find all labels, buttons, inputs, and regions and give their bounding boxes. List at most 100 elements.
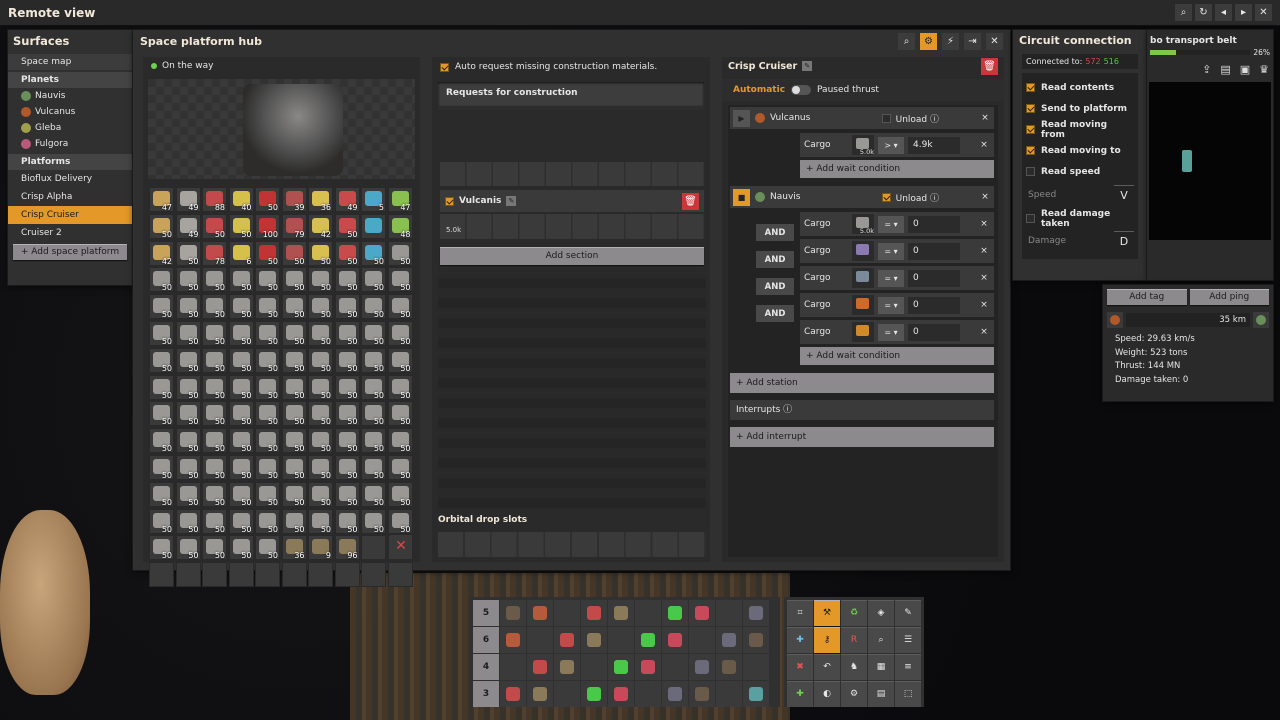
quickbar-slot[interactable] (662, 681, 688, 707)
inventory-slot[interactable] (361, 562, 386, 588)
network-icon[interactable]: ⚙ (920, 32, 937, 50)
inventory-slot[interactable]: 50 (387, 428, 413, 454)
quickbar-slot[interactable] (635, 681, 661, 707)
orbital-drop-slots[interactable] (438, 532, 706, 557)
inventory-slot[interactable]: 42 (149, 240, 174, 266)
inventory-slot[interactable]: 79 (281, 213, 307, 239)
inventory-slot[interactable]: 50 (361, 401, 386, 427)
inventory-slot[interactable]: 50 (281, 294, 307, 320)
quickbar-slot[interactable] (689, 681, 715, 707)
inventory-slot[interactable]: 50 (175, 535, 201, 561)
inventory-slot[interactable]: 50 (308, 508, 333, 534)
inventory-slot[interactable]: 50 (255, 508, 280, 534)
inventory-slot[interactable]: 50 (149, 401, 174, 427)
inventory-slot[interactable]: 50 (281, 347, 307, 373)
station-row[interactable]: ■ Nauvis Unload ⓘ × (730, 186, 994, 208)
inventory-slot[interactable]: 50 (308, 240, 333, 266)
inventory-slot[interactable]: 50 (255, 428, 280, 454)
inventory-slot[interactable]: 50 (308, 401, 333, 427)
remove-condition-icon[interactable]: × (978, 219, 990, 229)
quickbar-slot[interactable] (527, 681, 553, 707)
inventory-slot[interactable]: 50 (334, 374, 360, 400)
remove-condition-icon[interactable]: × (978, 140, 990, 150)
inventory-slot[interactable]: 50 (387, 294, 413, 320)
inventory-slot[interactable]: 50 (175, 508, 201, 534)
inventory-slot[interactable]: 50 (361, 454, 386, 480)
inventory-slot[interactable]: 50 (387, 481, 413, 507)
inventory-slot[interactable]: 50 (228, 481, 254, 507)
search-icon[interactable]: ⌕ (898, 32, 915, 50)
inventory-slot[interactable]: 50 (202, 535, 227, 561)
inventory-slot[interactable]: 50 (149, 481, 174, 507)
quickbar-slot[interactable] (554, 600, 580, 626)
and-button[interactable]: AND (756, 305, 794, 322)
quickbar-slot[interactable] (581, 627, 607, 653)
remove-station-icon[interactable]: × (979, 192, 991, 202)
inventory-slot[interactable] (281, 562, 307, 588)
trash-button[interactable]: ✕ (390, 535, 412, 557)
inventory-slot[interactable]: 50 (361, 240, 386, 266)
current-station-icon[interactable]: ■ (733, 188, 750, 206)
quickbar-slot[interactable] (554, 627, 580, 653)
condition-item-slot[interactable] (852, 322, 874, 342)
planet-item-gleba[interactable]: Gleba (8, 120, 132, 136)
inventory-slot[interactable]: 50 (175, 294, 201, 320)
auto-request-checkbox[interactable] (440, 62, 449, 72)
inventory-slot[interactable]: 36 (281, 535, 307, 561)
undo-icon[interactable]: ↶ (814, 654, 840, 680)
inventory-slot[interactable]: 50 (228, 347, 254, 373)
space-map-item[interactable]: Space map (8, 54, 132, 70)
inventory-slot[interactable]: 50 (202, 428, 227, 454)
inventory-slot[interactable] (202, 562, 227, 588)
inventory-slot[interactable]: 50 (308, 481, 333, 507)
inventory-slot[interactable]: 50 (281, 481, 307, 507)
inventory-slot[interactable]: 50 (361, 374, 386, 400)
blueprint-icon[interactable]: ⌗ (787, 600, 813, 626)
inventory-slot[interactable]: 50 (149, 428, 174, 454)
station-row[interactable]: ▶ Vulcanus Unload ⓘ × (730, 107, 994, 129)
inventory-slot[interactable]: 50 (361, 267, 386, 293)
inventory-slot[interactable]: 50 (175, 454, 201, 480)
inventory-slot[interactable]: 50 (149, 535, 174, 561)
quickbar-slot[interactable] (608, 627, 634, 653)
quickbar-row-number[interactable]: 3 (473, 681, 499, 707)
inventory-slot[interactable]: 50 (387, 401, 413, 427)
quickbar-slot[interactable] (608, 681, 634, 707)
inventory-slot[interactable]: 50 (149, 508, 174, 534)
condition-item-slot[interactable] (852, 295, 874, 315)
inventory-slot[interactable]: 50 (228, 428, 254, 454)
refresh-icon[interactable]: ↻ (1195, 4, 1212, 21)
inventory-slot[interactable]: 48 (387, 213, 413, 239)
train-icon[interactable]: ▣ (1240, 63, 1250, 76)
remove-station-icon[interactable]: × (979, 113, 991, 123)
recycle-icon[interactable]: ♻ (841, 600, 867, 626)
remove-condition-icon[interactable]: × (978, 273, 990, 283)
zoom-icon[interactable]: ⌕ (868, 627, 894, 653)
search-icon[interactable]: ⌕ (1175, 4, 1192, 21)
inventory-slot[interactable]: 50 (281, 508, 307, 534)
inventory-slot[interactable]: 50 (281, 374, 307, 400)
remove-condition-icon[interactable]: × (978, 246, 990, 256)
quickbar-row-number[interactable]: 6 (473, 627, 499, 653)
quickbar-slot[interactable] (527, 654, 553, 680)
inventory-slot[interactable]: 50 (202, 213, 227, 239)
copy-icon[interactable]: ✚ (787, 627, 813, 653)
condition-value[interactable]: 0 (908, 296, 960, 314)
inventory-slot[interactable]: 9 (308, 535, 333, 561)
inventory-slot[interactable]: 50 (175, 374, 201, 400)
inventory-slot[interactable]: 49 (334, 187, 360, 212)
quickbar-slot[interactable] (500, 600, 526, 626)
close-icon[interactable]: ✕ (1255, 4, 1272, 21)
quickbar-slot[interactable] (500, 681, 526, 707)
speed-signal-slot[interactable]: V (1114, 185, 1134, 205)
planet-item-fulgora[interactable]: Fulgora (8, 136, 132, 152)
quickbar-slot[interactable] (716, 627, 742, 653)
inventory-slot[interactable]: 50 (255, 294, 280, 320)
inventory-slot[interactable]: 50 (281, 267, 307, 293)
inventory-slot[interactable]: 50 (255, 347, 280, 373)
inventory-slot[interactable] (255, 562, 280, 588)
inventory-slot[interactable]: 49 (175, 187, 201, 212)
inventory-slot[interactable]: 50 (202, 320, 227, 346)
quickbar-slot[interactable] (581, 681, 607, 707)
condition-item-slot[interactable]: 5.0k (852, 214, 874, 235)
